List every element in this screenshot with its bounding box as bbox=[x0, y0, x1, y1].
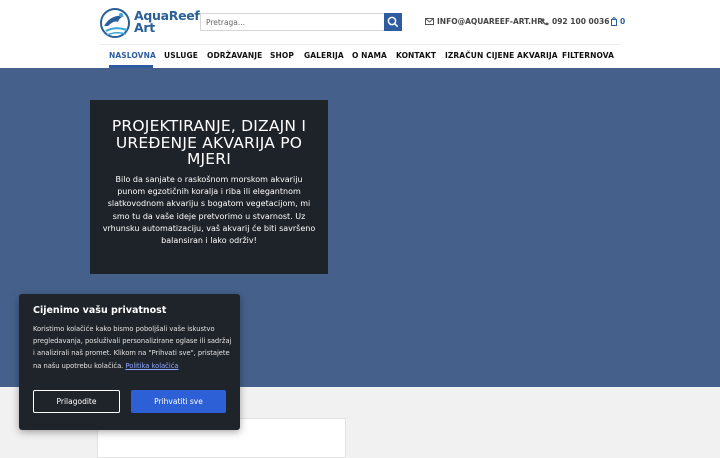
phone-text: 092 100 0036 bbox=[552, 17, 610, 26]
phone-link[interactable]: 092 100 0036 bbox=[541, 17, 609, 26]
search-input[interactable] bbox=[200, 13, 384, 31]
hero-title: PROJEKTIRANJE, DIZAJN I UREĐENJE AKVARIJ… bbox=[111, 117, 307, 168]
email-text: INFO@AQUAREEF-ART.HR bbox=[437, 17, 544, 26]
cookie-title: Cijenimo vašu privatnost bbox=[33, 305, 167, 316]
cookie-consent-banner: Cijenimo vašu privatnost Koristimo kolač… bbox=[19, 294, 240, 430]
search-button[interactable] bbox=[384, 13, 402, 31]
site-header: AquaReef Art INFO@AQUAREEF-ART.HR 092 10… bbox=[0, 0, 720, 68]
nav-item-kontakt[interactable]: KONTAKT bbox=[396, 51, 436, 60]
accept-all-button[interactable]: Prihvatiti sve bbox=[131, 390, 226, 413]
site-logo[interactable]: AquaReef Art bbox=[99, 6, 200, 40]
nav-item-o-nama[interactable]: O NAMA bbox=[352, 51, 387, 60]
nav-item-odrzavanje[interactable]: ODRŽAVANJE bbox=[207, 51, 262, 60]
cookie-text: Koristimo kolačiće kako bismo poboljšali… bbox=[33, 323, 233, 372]
logo-text: AquaReef Art bbox=[134, 9, 200, 35]
header-divider bbox=[99, 44, 622, 45]
envelope-icon bbox=[425, 18, 434, 25]
dolphin-logo-icon bbox=[100, 8, 130, 38]
nav-item-shop[interactable]: SHOP bbox=[270, 51, 294, 60]
nav-item-naslovna[interactable]: NASLOVNA bbox=[109, 51, 156, 60]
nav-item-izracun[interactable]: IZRAČUN CIJENE AKVARIJA bbox=[445, 51, 558, 60]
customize-button[interactable]: Prilagodite bbox=[33, 390, 120, 413]
email-link[interactable]: INFO@AQUAREEF-ART.HR bbox=[425, 17, 543, 26]
phone-icon bbox=[541, 18, 549, 25]
nav-item-galerija[interactable]: GALERIJA bbox=[304, 51, 344, 60]
cart-link[interactable]: 0 bbox=[611, 17, 625, 26]
cookie-policy-link[interactable]: Politika kolačića bbox=[125, 362, 178, 370]
search-form bbox=[200, 13, 402, 31]
nav-item-filternova[interactable]: FILTERNOVA bbox=[562, 51, 614, 60]
hero-description: Bilo da sanjate o raskošnom morskom akva… bbox=[102, 175, 316, 246]
search-icon bbox=[387, 16, 398, 27]
cart-count: 0 bbox=[620, 17, 626, 26]
logo-line-2: Art bbox=[134, 20, 155, 35]
nav-item-usluge[interactable]: USLUGE bbox=[164, 51, 198, 60]
hero-text-box: PROJEKTIRANJE, DIZAJN I UREĐENJE AKVARIJ… bbox=[90, 100, 328, 274]
cart-icon bbox=[611, 17, 617, 26]
